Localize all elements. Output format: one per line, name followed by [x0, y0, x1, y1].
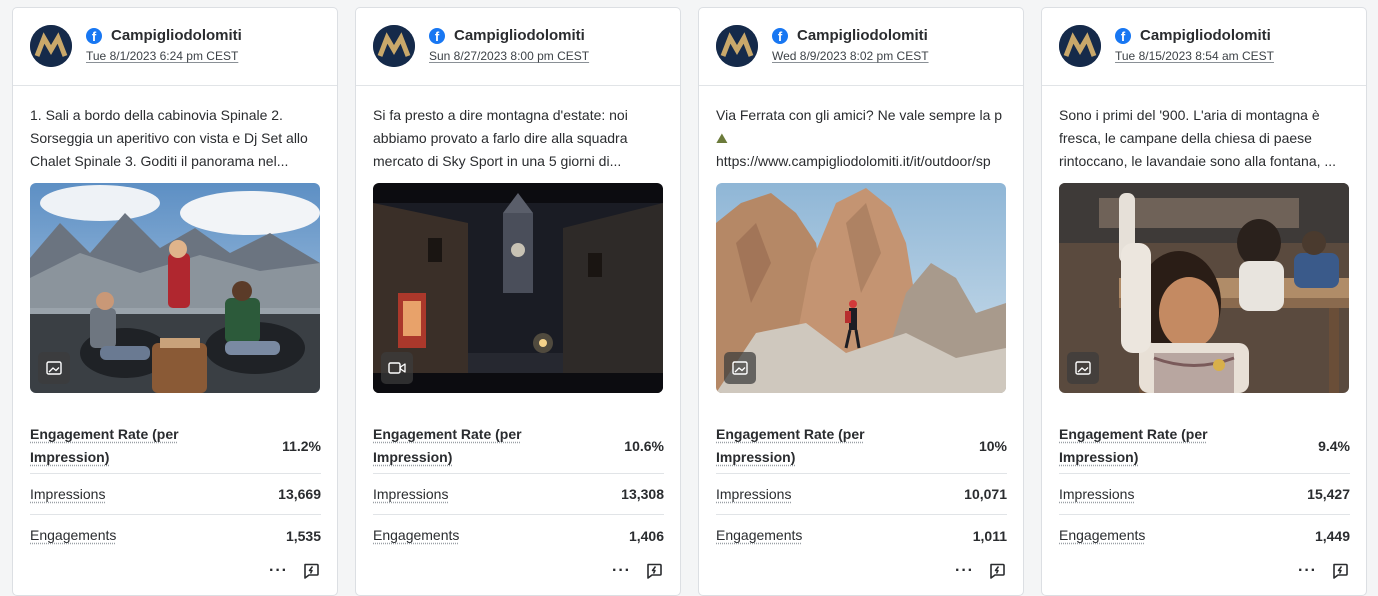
more-options-icon[interactable]: ···: [1298, 562, 1317, 580]
metric-impressions: Impressions 15,427: [1059, 474, 1350, 515]
post-text: 1. Sali a bordo della cabinovia Spinale …: [30, 107, 308, 169]
post-date-link[interactable]: Tue 8/15/2023 8:54 am CEST: [1115, 49, 1274, 63]
post-media[interactable]: [30, 183, 320, 393]
facebook-icon: f: [772, 28, 788, 44]
profile-name[interactable]: Campigliodolomiti: [1140, 27, 1271, 44]
facebook-icon: f: [429, 28, 445, 44]
more-options-icon[interactable]: ···: [269, 562, 288, 580]
profile-avatar[interactable]: [373, 25, 415, 67]
post-media[interactable]: [716, 183, 1006, 393]
metric-impressions: Impressions 13,308: [373, 474, 664, 515]
metric-label[interactable]: Impressions: [30, 483, 105, 506]
metric-value: 1,406: [628, 527, 664, 544]
post-text: Si fa presto a dire montagna d'estate: n…: [373, 107, 628, 169]
post-text: Sono i primi del '900. L'aria di montagn…: [1059, 107, 1337, 169]
image-type-badge: [38, 352, 70, 384]
metric-label[interactable]: Impressions: [716, 483, 791, 506]
metric-impressions: Impressions 13,669: [30, 474, 321, 515]
metrics-table: Engagement Rate (per Impression) 9.4% Im…: [1059, 418, 1350, 556]
metrics-table: Engagement Rate (per Impression) 11.2% I…: [30, 418, 321, 556]
post-text: Via Ferrata con gli amici? Ne vale sempr…: [716, 104, 1008, 174]
more-options-icon[interactable]: ···: [955, 562, 974, 580]
card-header: f Campigliodolomiti Wed 8/9/2023 8:02 pm…: [699, 8, 1023, 86]
profile-name[interactable]: Campigliodolomiti: [797, 27, 928, 44]
quick-reply-icon[interactable]: [302, 562, 320, 580]
metric-value: 1,535: [285, 527, 321, 544]
metric-value: 11.2%: [282, 437, 321, 454]
profile-avatar[interactable]: [1059, 25, 1101, 67]
profile-avatar[interactable]: [716, 25, 758, 67]
metric-value: 15,427: [1307, 486, 1350, 502]
video-type-badge: [381, 352, 413, 384]
metric-label[interactable]: Engagement Rate (per Impression): [30, 423, 205, 469]
metric-value: 10.6%: [624, 437, 664, 454]
post-text-line: Via Ferrata con gli amici? Ne vale sempr…: [716, 107, 1003, 123]
metric-engagement-rate: Engagement Rate (per Impression) 10%: [716, 418, 1007, 474]
metrics-table: Engagement Rate (per Impression) 10% Imp…: [716, 418, 1007, 556]
metrics-table: Engagement Rate (per Impression) 10.6% I…: [373, 418, 664, 556]
more-options-icon[interactable]: ···: [612, 562, 631, 580]
metric-impressions: Impressions 10,071: [716, 474, 1007, 515]
post-date-link[interactable]: Wed 8/9/2023 8:02 pm CEST: [772, 49, 929, 63]
metric-value: 1,011: [972, 527, 1007, 544]
post-media[interactable]: [1059, 183, 1349, 393]
metric-engagement-rate: Engagement Rate (per Impression) 11.2%: [30, 418, 321, 474]
post-card[interactable]: f Campigliodolomiti Wed 8/9/2023 8:02 pm…: [698, 7, 1024, 596]
post-media[interactable]: [373, 183, 663, 393]
card-actions: ···: [612, 562, 663, 580]
quick-reply-icon[interactable]: [988, 562, 1006, 580]
post-card[interactable]: f Campigliodolomiti Sun 8/27/2023 8:00 p…: [355, 7, 681, 596]
image-icon: [46, 361, 62, 375]
metric-label[interactable]: Engagement Rate (per Impression): [716, 423, 891, 469]
image-type-badge: [724, 352, 756, 384]
metric-label[interactable]: Engagements: [716, 524, 802, 547]
metric-engagements: Engagements 1,406: [373, 515, 664, 556]
quick-reply-icon[interactable]: [1331, 562, 1349, 580]
metric-label[interactable]: Engagement Rate (per Impression): [373, 423, 548, 469]
metric-value: 10%: [978, 437, 1007, 454]
post-link[interactable]: https://www.campigliodolomiti.it/it/outd…: [716, 153, 991, 169]
metric-engagements: Engagements 1,449: [1059, 515, 1350, 556]
profile-avatar[interactable]: [30, 25, 72, 67]
facebook-icon: f: [1115, 28, 1131, 44]
mountain-emoji: ⛰: [716, 130, 728, 146]
post-date-link[interactable]: Tue 8/1/2023 6:24 pm CEST: [86, 49, 238, 63]
image-icon: [732, 361, 748, 375]
post-card[interactable]: f Campigliodolomiti Tue 8/1/2023 6:24 pm…: [12, 7, 338, 596]
metric-engagement-rate: Engagement Rate (per Impression) 9.4%: [1059, 418, 1350, 474]
metric-value: 13,669: [278, 486, 321, 502]
post-card[interactable]: f Campigliodolomiti Tue 8/15/2023 8:54 a…: [1041, 7, 1367, 596]
card-actions: ···: [1298, 562, 1349, 580]
metric-engagements: Engagements 1,011: [716, 515, 1007, 556]
post-date-link[interactable]: Sun 8/27/2023 8:00 pm CEST: [429, 49, 589, 63]
quick-reply-icon[interactable]: [645, 562, 663, 580]
metric-value: 9.4%: [1318, 437, 1350, 454]
metric-label[interactable]: Impressions: [373, 483, 448, 506]
metric-value: 1,449: [1314, 527, 1350, 544]
image-icon: [1075, 361, 1091, 375]
profile-name[interactable]: Campigliodolomiti: [454, 27, 585, 44]
card-header: f Campigliodolomiti Sun 8/27/2023 8:00 p…: [356, 8, 680, 86]
metric-engagement-rate: Engagement Rate (per Impression) 10.6%: [373, 418, 664, 474]
metric-label[interactable]: Engagements: [373, 524, 459, 547]
card-actions: ···: [955, 562, 1006, 580]
facebook-icon: f: [86, 28, 102, 44]
profile-name[interactable]: Campigliodolomiti: [111, 27, 242, 44]
metric-engagements: Engagements 1,535: [30, 515, 321, 556]
metric-label[interactable]: Impressions: [1059, 483, 1134, 506]
image-type-badge: [1067, 352, 1099, 384]
card-actions: ···: [269, 562, 320, 580]
metric-label[interactable]: Engagements: [1059, 524, 1145, 547]
card-header: f Campigliodolomiti Tue 8/1/2023 6:24 pm…: [13, 8, 337, 86]
metric-label[interactable]: Engagements: [30, 524, 116, 547]
video-icon: [388, 362, 406, 374]
metric-value: 10,071: [964, 486, 1007, 502]
metric-label[interactable]: Engagement Rate (per Impression): [1059, 423, 1234, 469]
metric-value: 13,308: [621, 486, 664, 502]
card-header: f Campigliodolomiti Tue 8/15/2023 8:54 a…: [1042, 8, 1366, 86]
post-card-list: f Campigliodolomiti Tue 8/1/2023 6:24 pm…: [12, 7, 1367, 596]
